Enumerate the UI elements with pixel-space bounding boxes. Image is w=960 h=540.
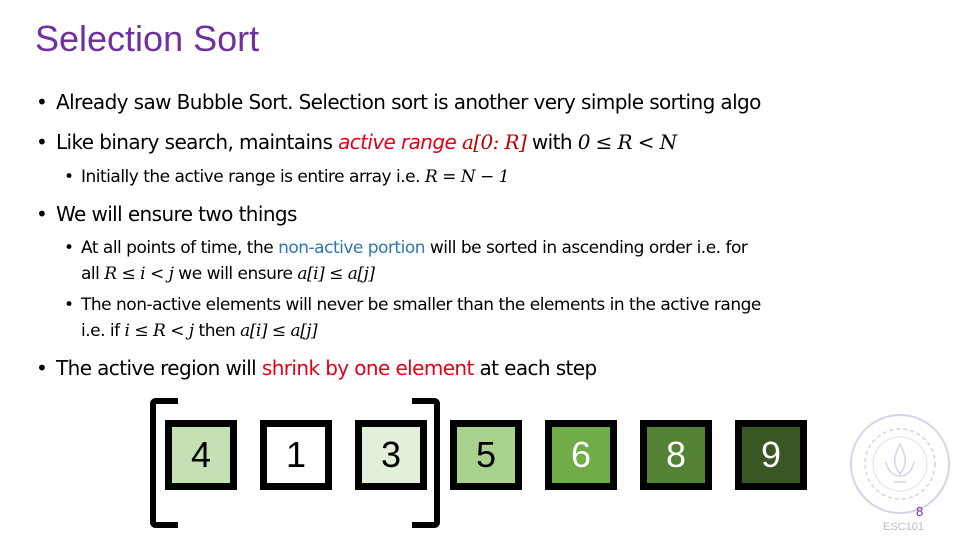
- bullet-text: then: [193, 321, 241, 341]
- slide-title: Selection Sort: [35, 18, 260, 59]
- active-range-math: a[0: R]: [461, 130, 527, 154]
- bullet-text: We will ensure two things: [56, 202, 297, 226]
- bullet-text: Already saw Bubble Sort. Selection sort …: [56, 90, 761, 114]
- bullet-text: The active region will: [56, 356, 262, 380]
- bullet-text: with: [526, 130, 578, 154]
- page-number: 8: [916, 504, 924, 519]
- array-element-value: 4: [190, 434, 212, 475]
- bullet-intro: • Already saw Bubble Sort. Selection sort…: [36, 90, 761, 114]
- array-element-box: 8: [640, 420, 712, 490]
- index-constraint-math: R ≤ i < j: [104, 264, 174, 284]
- bullet-text: we will ensure: [173, 264, 298, 284]
- bullet-text: all: [81, 264, 105, 284]
- sub-bullet-never-smaller: • The non-active elements will never be s…: [64, 295, 761, 341]
- array-element-value: 3: [380, 434, 402, 475]
- range-constraint-math: 0 ≤ R < N: [577, 130, 677, 154]
- shrink-highlight: shrink by one element: [261, 356, 474, 380]
- institute-seal-logo: [850, 414, 950, 514]
- array-element-box: 4: [165, 420, 237, 490]
- array-element-box: 3: [355, 420, 427, 490]
- bullet-text: Like binary search, maintains: [56, 130, 339, 154]
- array-element-value: 1: [285, 434, 307, 475]
- bullet-text: The non-active elements will never be sm…: [81, 295, 761, 315]
- array-element-value: 8: [665, 434, 687, 475]
- non-active-highlight: non-active portion: [278, 238, 425, 258]
- bullet-ensure: • We will ensure two things: [36, 202, 297, 226]
- bullet-text: at each step: [473, 356, 597, 380]
- sub-bullet-sorted: • At all points of time, the non-active p…: [64, 238, 748, 284]
- footer-course-code: ESC101: [883, 521, 924, 533]
- order-constraint-math: a[i] ≤ a[j]: [297, 264, 375, 284]
- order-constraint-math: a[i] ≤ a[j]: [240, 321, 318, 341]
- initial-range-math: R = N − 1: [424, 167, 510, 187]
- bullet-text: Initially the active range is entire arr…: [81, 167, 425, 187]
- bullet-shrink: • The active region will shrink by one el…: [36, 356, 597, 380]
- bullet-text: At all points of time, the: [81, 238, 279, 258]
- active-range-highlight: active range: [338, 130, 462, 154]
- array-element-box: 6: [545, 420, 617, 490]
- bullet-text: i.e. if: [81, 321, 125, 341]
- array-element-value: 6: [570, 434, 592, 475]
- array-element-box: 1: [260, 420, 332, 490]
- array-element-value: 9: [760, 434, 782, 475]
- array-element-box: 5: [450, 420, 522, 490]
- sub-bullet-initial: • Initially the active range is entire ar…: [64, 167, 510, 187]
- array-element-box: 9: [735, 420, 807, 490]
- bullet-active-range: • Like binary search, maintains active ra…: [36, 130, 677, 154]
- array-element-value: 5: [475, 434, 497, 475]
- bullet-text: will be sorted in ascending order i.e. f…: [425, 238, 748, 258]
- index-constraint-math: i ≤ R < j: [124, 321, 195, 341]
